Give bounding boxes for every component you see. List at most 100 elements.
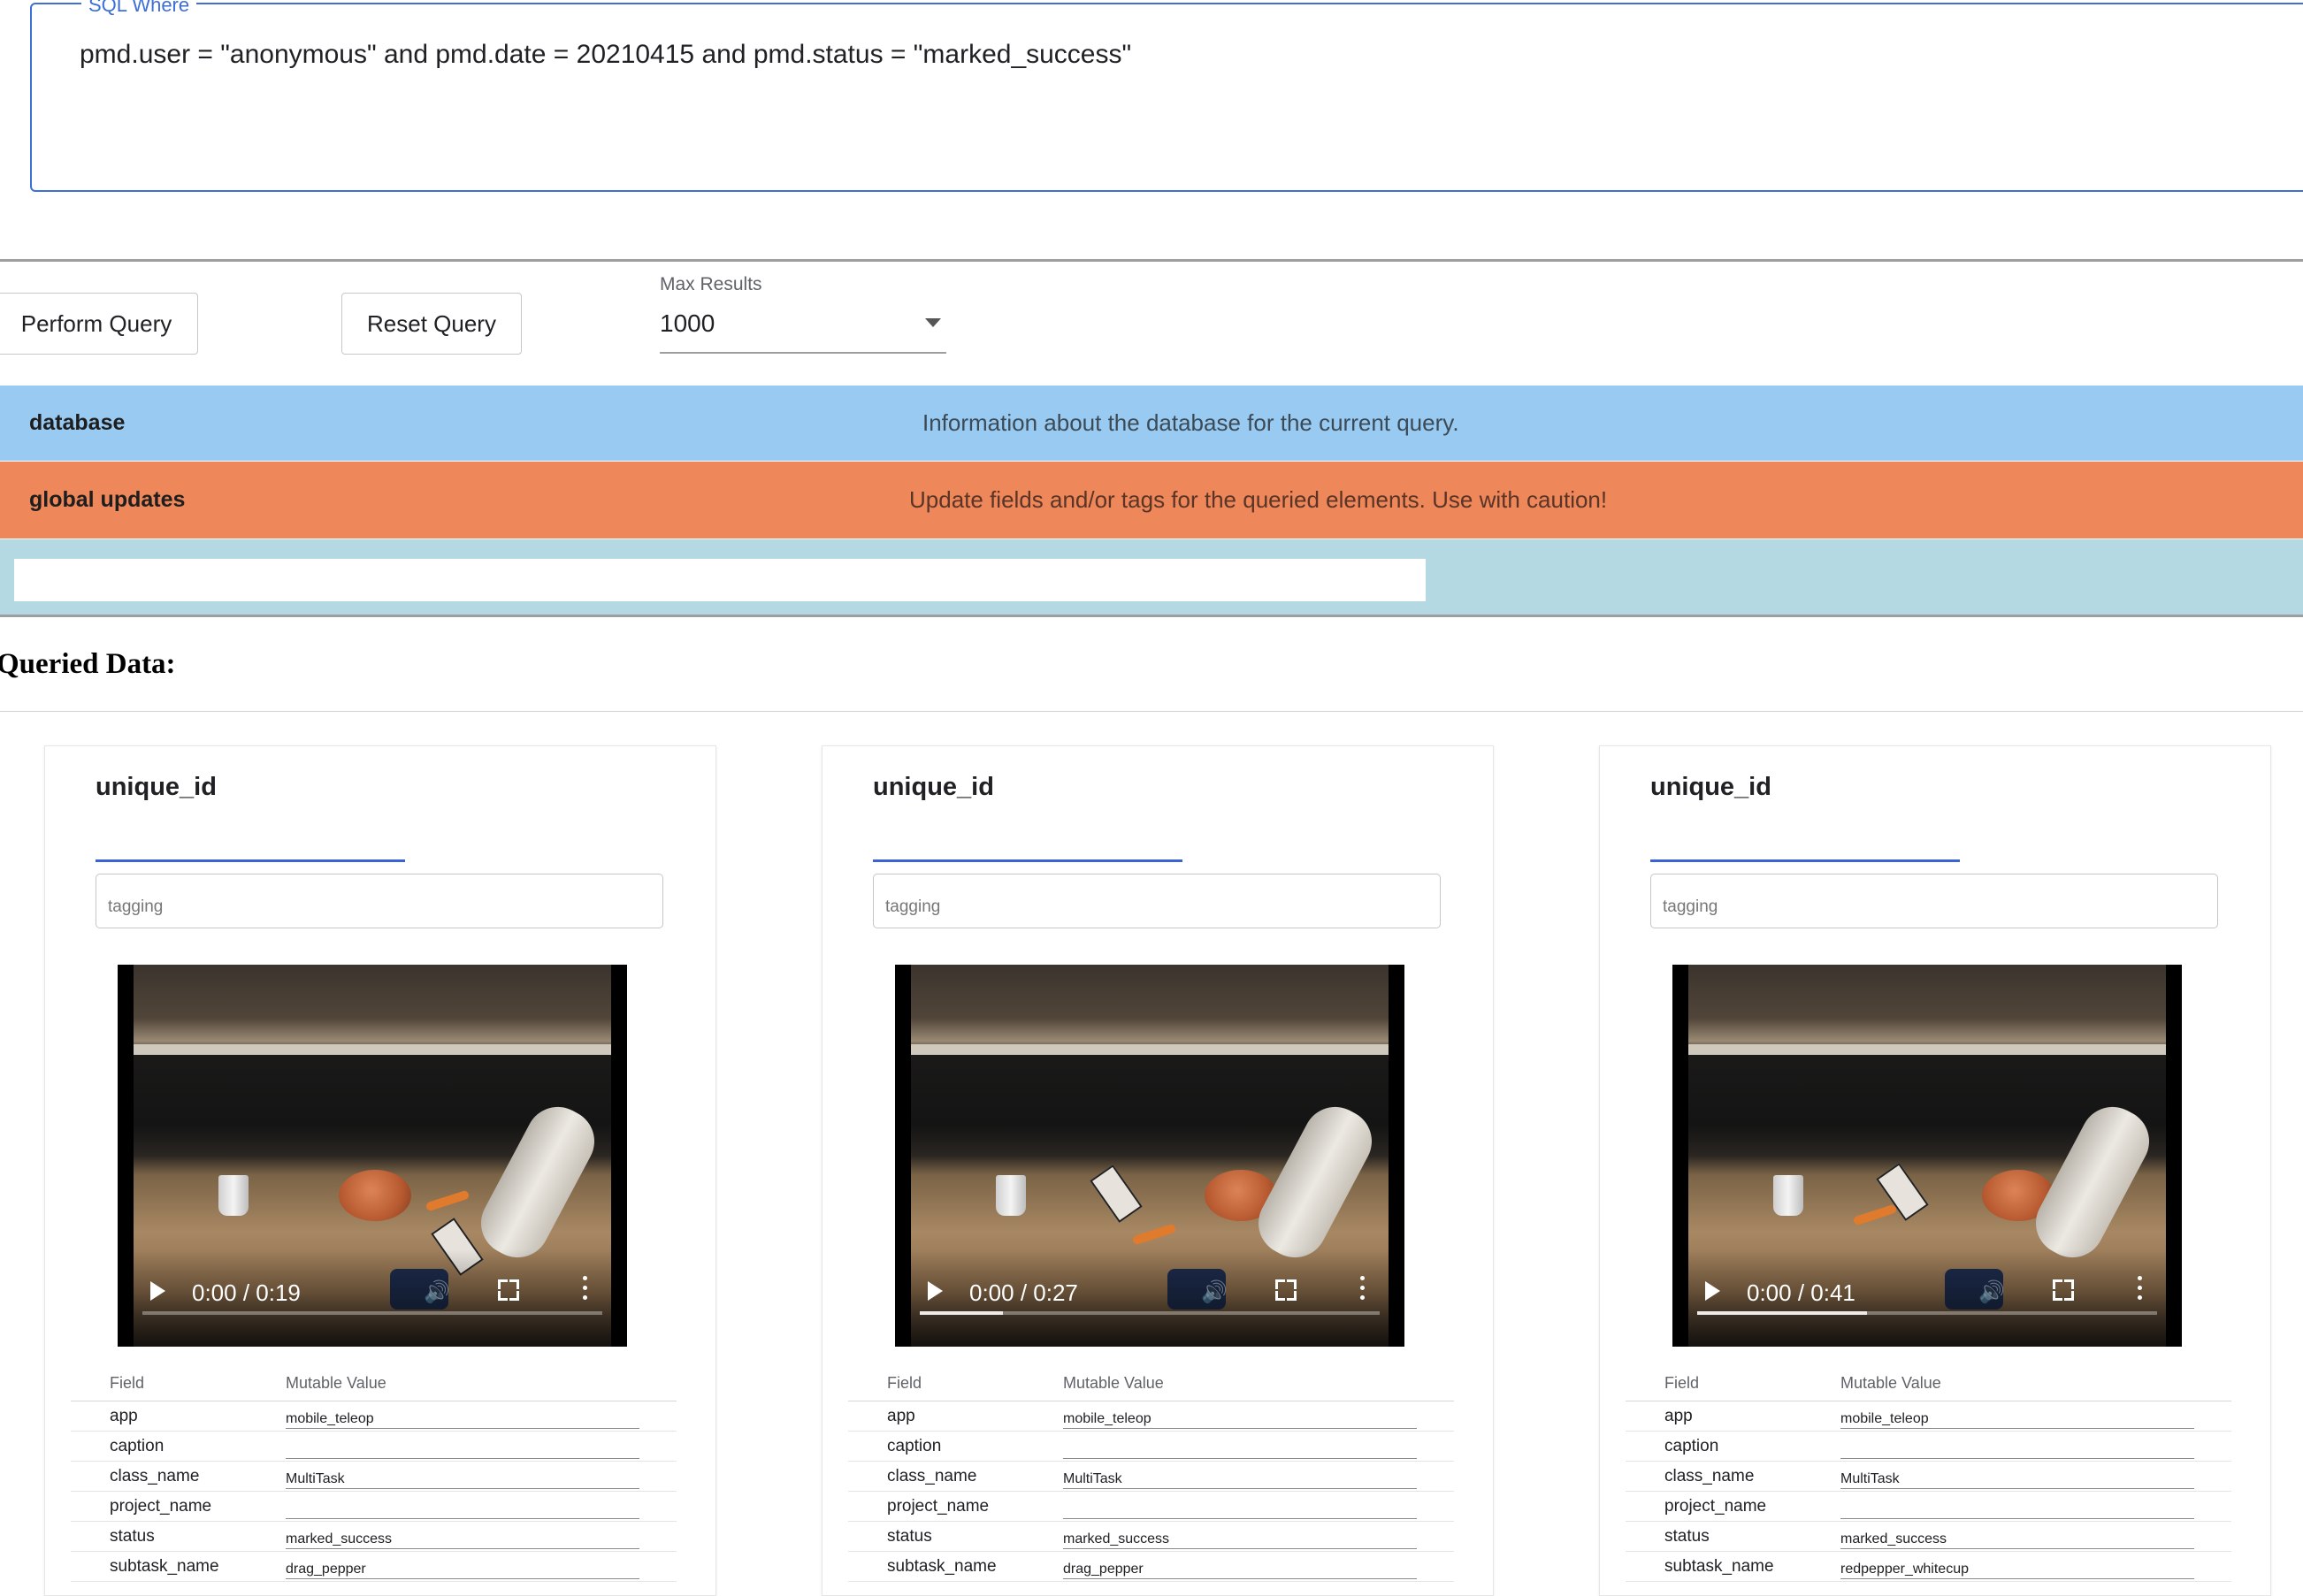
video-frame-cup xyxy=(218,1175,249,1216)
card-title: unique_id xyxy=(96,773,217,801)
field-row: status marked_success xyxy=(848,1522,1454,1552)
field-name: project_name xyxy=(887,1497,990,1516)
dropdown-caret-icon[interactable] xyxy=(925,318,941,327)
field-row: app mobile_teleop xyxy=(1626,1401,2231,1432)
global-updates-input-row xyxy=(0,539,2303,615)
card-title: unique_id xyxy=(873,773,994,801)
video-progress-bar[interactable] xyxy=(1697,1311,2157,1315)
title-underline xyxy=(873,859,1182,862)
field-value-input[interactable]: drag_pepper xyxy=(286,1560,639,1579)
video-progress-bar[interactable] xyxy=(142,1311,602,1315)
title-underline xyxy=(1650,859,1960,862)
field-name: subtask_name xyxy=(1664,1557,1774,1576)
volume-icon[interactable]: 🔊 xyxy=(424,1279,450,1305)
field-value-input[interactable] xyxy=(286,1500,639,1519)
tagging-placeholder: tagging xyxy=(108,897,164,916)
title-underline xyxy=(96,859,405,862)
field-table-header: Field Mutable Value xyxy=(1626,1365,2231,1401)
video-controls: 0:00 / 0:27 🔊 xyxy=(895,1249,1404,1347)
video-player[interactable]: 0:00 / 0:27 🔊 xyxy=(895,965,1404,1347)
field-row: status marked_success xyxy=(71,1522,677,1552)
field-table: Field Mutable Value app mobile_teleop ca… xyxy=(71,1365,677,1582)
tagging-input[interactable]: tagging xyxy=(96,874,663,928)
sql-where-textarea[interactable]: SQL Where pmd.user = "anonymous" and pmd… xyxy=(30,0,2303,192)
fullscreen-icon[interactable] xyxy=(498,1279,519,1301)
video-frame-robot-arm xyxy=(470,1096,606,1269)
reset-query-button[interactable]: Reset Query xyxy=(341,293,522,355)
field-value-input[interactable]: MultiTask xyxy=(1840,1470,2194,1489)
field-value-input[interactable] xyxy=(1840,1500,2194,1519)
field-name: project_name xyxy=(1664,1497,1767,1516)
video-frame-shelf xyxy=(1688,1044,2166,1055)
tagging-input[interactable]: tagging xyxy=(873,874,1441,928)
field-value-input[interactable]: marked_success xyxy=(1840,1530,2194,1549)
sql-query-text[interactable]: pmd.user = "anonymous" and pmd.date = 20… xyxy=(80,40,1131,70)
section-divider xyxy=(0,615,2303,617)
database-panel[interactable]: database Information about the database … xyxy=(0,386,2303,461)
video-frame-bowl xyxy=(339,1170,411,1221)
field-value-input[interactable] xyxy=(1840,1439,2194,1459)
field-name: project_name xyxy=(110,1497,212,1516)
tagging-input[interactable]: tagging xyxy=(1650,874,2218,928)
field-name: status xyxy=(887,1527,932,1546)
play-icon[interactable] xyxy=(1705,1281,1720,1301)
field-table-header: Field Mutable Value xyxy=(848,1365,1454,1401)
field-value-input[interactable] xyxy=(1063,1500,1417,1519)
video-time: 0:00 / 0:19 xyxy=(192,1279,301,1306)
volume-icon[interactable]: 🔊 xyxy=(1978,1279,2005,1305)
field-value-input[interactable] xyxy=(286,1439,639,1459)
field-name: class_name xyxy=(887,1467,977,1485)
more-options-icon[interactable] xyxy=(2138,1276,2143,1302)
field-column-header: Field xyxy=(887,1374,922,1392)
field-value-input[interactable]: redpepper_whitecup xyxy=(1840,1560,2194,1579)
sql-where-label: SQL Where xyxy=(81,0,197,15)
field-name: subtask_name xyxy=(887,1557,997,1576)
field-value-input[interactable]: marked_success xyxy=(286,1530,639,1549)
field-value-input[interactable]: MultiTask xyxy=(286,1470,639,1489)
field-name: caption xyxy=(110,1437,164,1455)
play-icon[interactable] xyxy=(150,1281,165,1301)
field-value-input[interactable]: drag_pepper xyxy=(1063,1560,1417,1579)
perform-query-button[interactable]: Perform Query xyxy=(0,293,198,355)
global-updates-input[interactable] xyxy=(14,559,1426,601)
data-card: unique_id tagging 0:00 / 0:27 🔊 Field Mu… xyxy=(822,745,1494,1596)
field-value-input[interactable]: MultiTask xyxy=(1063,1470,1417,1489)
field-value-input[interactable]: mobile_teleop xyxy=(1840,1409,2194,1429)
field-value-input[interactable]: mobile_teleop xyxy=(286,1409,639,1429)
more-options-icon[interactable] xyxy=(1360,1276,1366,1302)
field-row: caption xyxy=(848,1432,1454,1462)
video-controls: 0:00 / 0:41 🔊 xyxy=(1672,1249,2182,1347)
value-column-header: Mutable Value xyxy=(1063,1374,1164,1392)
fullscreen-icon[interactable] xyxy=(1275,1279,1297,1301)
more-options-icon[interactable] xyxy=(583,1276,588,1302)
field-value-input[interactable]: marked_success xyxy=(1063,1530,1417,1549)
value-column-header: Mutable Value xyxy=(1840,1374,1941,1392)
volume-icon[interactable]: 🔊 xyxy=(1201,1279,1228,1305)
global-updates-panel[interactable]: global updates Update fields and/or tags… xyxy=(0,462,2303,538)
video-frame-shelf xyxy=(134,1044,611,1055)
field-value-input[interactable] xyxy=(1063,1439,1417,1459)
fullscreen-icon[interactable] xyxy=(2053,1279,2074,1301)
field-row: app mobile_teleop xyxy=(848,1401,1454,1432)
field-name: class_name xyxy=(110,1467,200,1485)
tagging-placeholder: tagging xyxy=(885,897,941,916)
video-progress-bar[interactable] xyxy=(920,1311,1380,1315)
video-controls: 0:00 / 0:19 🔊 xyxy=(118,1249,627,1347)
global-updates-panel-description: Update fields and/or tags for the querie… xyxy=(909,486,1608,513)
video-frame-shelf xyxy=(911,1044,1389,1055)
field-name: app xyxy=(887,1407,915,1425)
max-results-select[interactable]: 1000 xyxy=(660,301,946,354)
video-progress-fill xyxy=(920,1311,1003,1315)
field-row: class_name MultiTask xyxy=(71,1462,677,1492)
video-frame-cup xyxy=(1773,1175,1803,1216)
max-results-value: 1000 xyxy=(660,309,715,337)
video-player[interactable]: 0:00 / 0:41 🔊 xyxy=(1672,965,2182,1347)
max-results-label: Max Results xyxy=(660,274,762,294)
field-name: status xyxy=(110,1527,155,1546)
play-icon[interactable] xyxy=(928,1281,943,1301)
field-name: app xyxy=(1664,1407,1693,1425)
field-value-input[interactable]: mobile_teleop xyxy=(1063,1409,1417,1429)
video-player[interactable]: 0:00 / 0:19 🔊 xyxy=(118,965,627,1347)
card-title: unique_id xyxy=(1650,773,1771,801)
video-frame-cup xyxy=(996,1175,1026,1216)
